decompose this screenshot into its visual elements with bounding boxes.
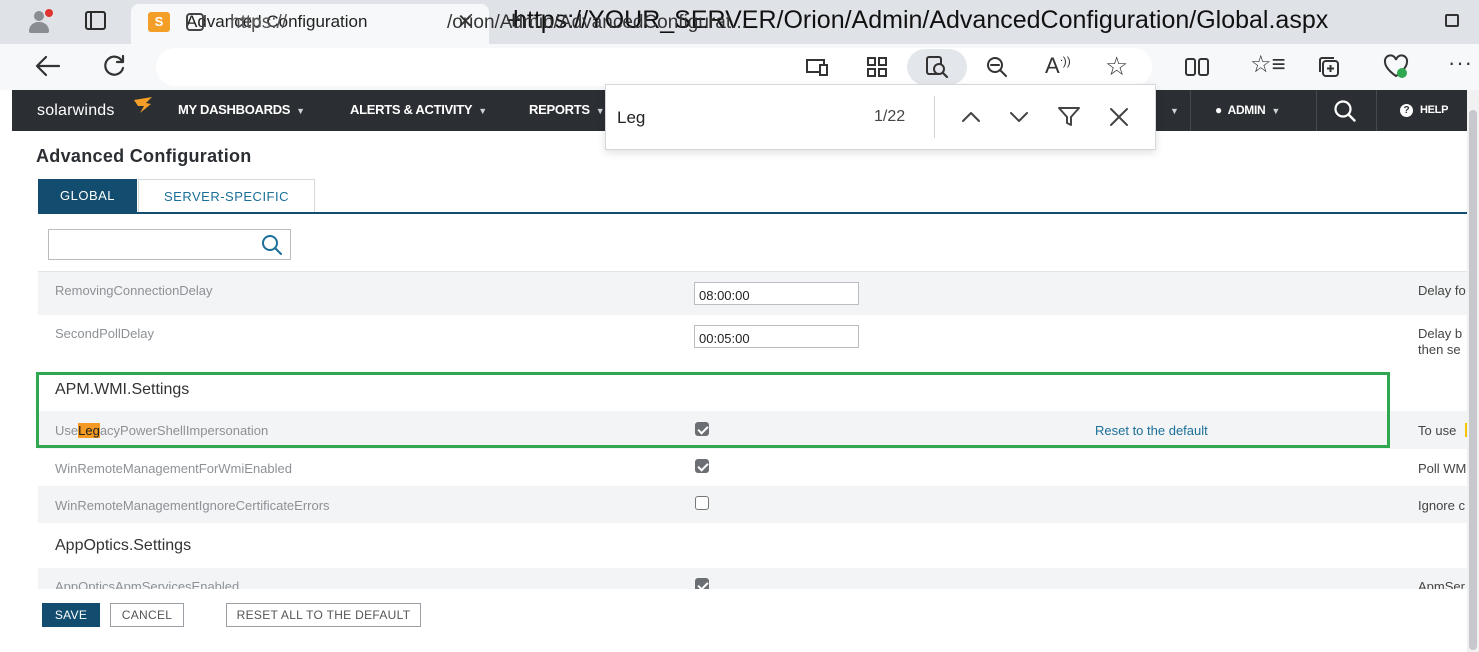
reset-all-button[interactable]: RESET ALL TO THE DEFAULT [226, 603, 421, 627]
setting-checkbox[interactable] [695, 459, 709, 473]
highlight-annotation-box [36, 372, 1390, 448]
nav-separator [1190, 90, 1191, 131]
nav-admin[interactable]: ● ADMIN ▼ [1215, 103, 1280, 117]
tab-server-specific[interactable]: SERVER-SPECIFIC [138, 179, 315, 213]
setting-description: Poll WM [1418, 461, 1467, 476]
tabs-underline [38, 212, 1467, 214]
nav-hidden-caret[interactable]: ▼ [1164, 102, 1179, 117]
chevron-down-icon: ▼ [595, 106, 605, 116]
cancel-button[interactable]: CANCEL [110, 603, 184, 627]
find-previous-icon[interactable] [958, 104, 984, 130]
setting-checkbox[interactable] [695, 578, 709, 589]
back-icon[interactable] [34, 54, 62, 78]
setting-value-input[interactable] [694, 282, 859, 305]
solarwinds-favicon-icon: S [148, 12, 170, 32]
cast-icon[interactable] [805, 57, 829, 77]
nav-separator [1316, 90, 1317, 131]
url-prefix[interactable]: https:// [230, 12, 287, 34]
find-input[interactable]: Leg [617, 108, 645, 128]
setting-checkbox[interactable] [695, 496, 709, 510]
nav-alerts-activity[interactable]: ALERTS & ACTIVITY ▼ [350, 102, 487, 117]
chevron-down-icon: ▼ [1271, 106, 1281, 116]
solarwinds-logo[interactable]: solarwinds [37, 102, 115, 120]
chevron-down-icon: ▼ [1170, 106, 1179, 116]
setting-value-input[interactable] [694, 325, 859, 348]
nav-reports[interactable]: REPORTS ▼ [529, 102, 605, 117]
help-icon[interactable]: ? [1400, 104, 1413, 117]
read-aloud-icon[interactable]: Aᐧ)) [1045, 55, 1071, 77]
search-icon[interactable] [261, 234, 283, 256]
more-icon[interactable]: ··· [1448, 52, 1473, 74]
collections-icon[interactable] [1316, 54, 1342, 80]
table-row: WinRemoteManagementIgnoreCertificateErro… [38, 486, 1467, 523]
favorites-icon[interactable]: ☆≡ [1250, 53, 1286, 77]
find-result-count: 1/22 [874, 108, 906, 125]
table-row: SecondPollDelay Delay b then se [38, 315, 1467, 363]
table-row: AppOpticsApmServicesEnabled ApmSer [38, 568, 1467, 589]
find-next-icon[interactable] [1006, 104, 1032, 130]
setting-name: SecondPollDelay [55, 326, 155, 341]
table-row: RemovingConnectionDelay Delay fo [38, 272, 1467, 315]
find-divider [934, 96, 935, 138]
setting-description: Delay b [1418, 326, 1463, 341]
favorite-star-icon[interactable]: ☆ [1105, 53, 1128, 79]
setting-description: Ignore c [1418, 498, 1465, 513]
tab-global[interactable]: GLOBAL [38, 179, 137, 213]
setting-name: WinRemoteManagementForWmiEnabled [55, 461, 292, 476]
settings-search-input[interactable] [48, 229, 291, 260]
url-path[interactable]: /orion/Admin/AdvancedConfigurat... [447, 12, 747, 34]
find-icon[interactable] [924, 54, 950, 80]
close-icon[interactable] [1106, 104, 1132, 130]
section-heading: AppOptics.Settings [55, 537, 192, 554]
setting-description: To use [1418, 423, 1457, 438]
user-icon: ● [1215, 103, 1222, 117]
setting-description: ApmSer [1418, 579, 1465, 589]
refresh-icon[interactable] [101, 53, 127, 79]
setting-name: WinRemoteManagementIgnoreCertificateErro… [55, 498, 330, 513]
search-icon[interactable] [1333, 99, 1357, 123]
chevron-down-icon: ▼ [296, 106, 305, 116]
nav-my-dashboards[interactable]: MY DASHBOARDS ▼ [178, 102, 305, 117]
setting-description: then se [1418, 342, 1461, 357]
setting-name: AppOpticsApmServicesEnabled [55, 579, 240, 589]
zoom-out-icon[interactable] [985, 55, 1009, 79]
page-scrollbar-thumb[interactable] [1469, 110, 1477, 650]
page-title: Advanced Configuration [36, 146, 252, 166]
nav-separator [1376, 90, 1377, 131]
filter-icon[interactable] [1056, 104, 1082, 130]
chevron-down-icon: ▼ [478, 106, 487, 116]
performance-icon[interactable] [1382, 54, 1410, 80]
save-button[interactable]: SAVE [42, 603, 100, 627]
table-row: WinRemoteManagementForWmiEnabled Poll WM [38, 449, 1467, 486]
split-screen-icon[interactable] [1184, 55, 1210, 79]
apps-icon[interactable] [865, 55, 889, 79]
setting-description: Delay fo [1418, 283, 1466, 298]
nav-help[interactable]: HELP [1420, 104, 1448, 116]
lock-icon[interactable] [186, 13, 204, 31]
profile-icon[interactable] [26, 8, 53, 34]
tab-actions-icon[interactable] [85, 11, 106, 30]
solarwinds-logo-mark-icon [134, 97, 152, 113]
setting-name: RemovingConnectionDelay [55, 283, 213, 298]
restore-window-icon[interactable] [1445, 14, 1459, 27]
section-header-row: AppOptics.Settings [38, 523, 1467, 568]
